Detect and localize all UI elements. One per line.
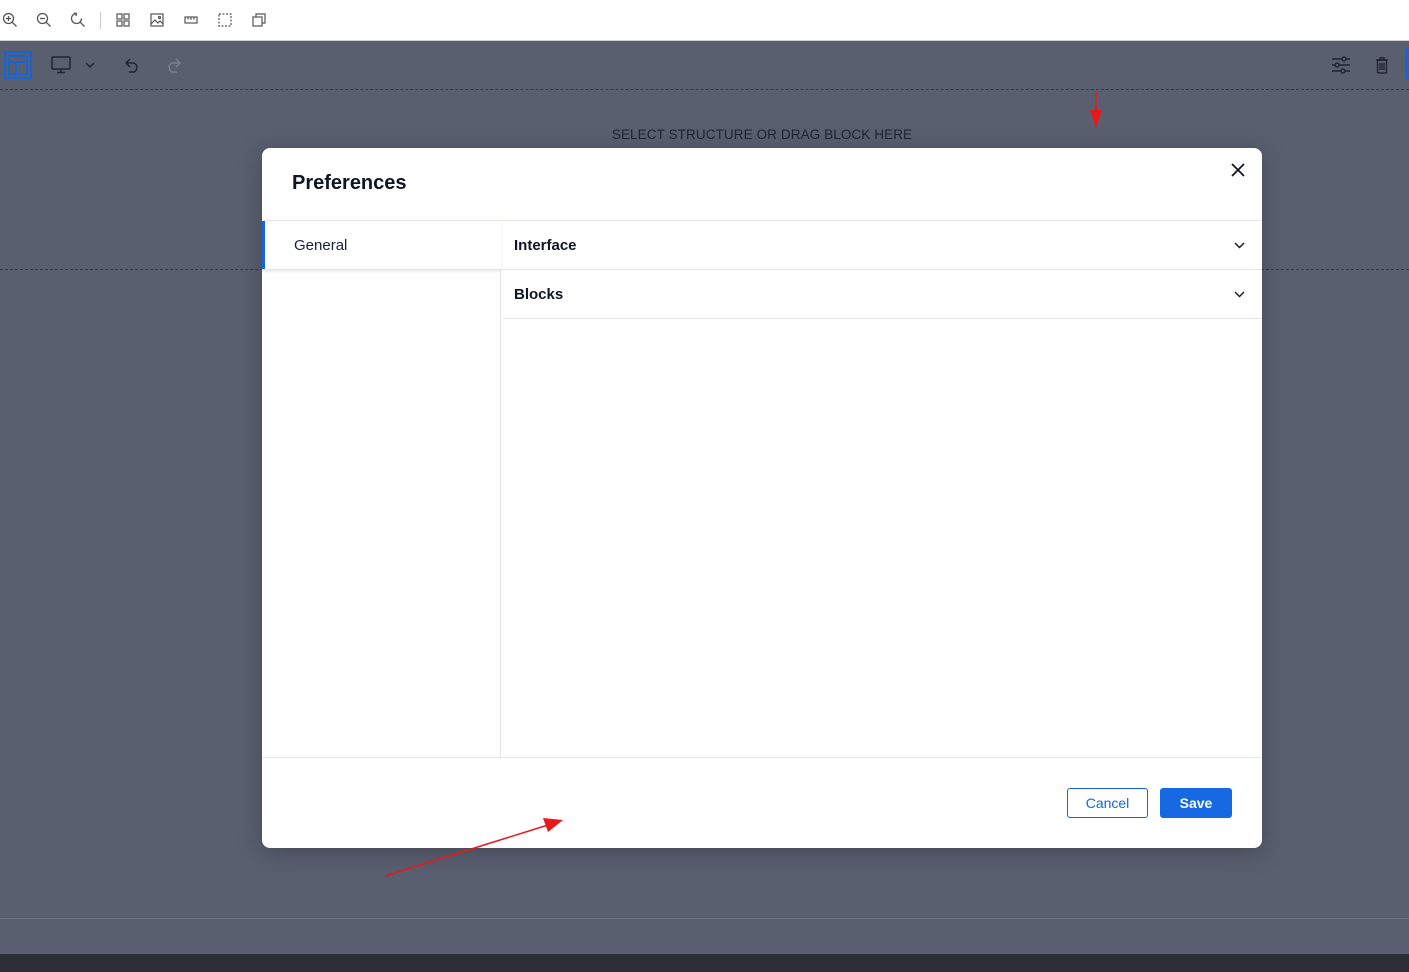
taskbar: [0, 954, 1409, 972]
dialog-content: Interface Blocks: [502, 221, 1262, 757]
annotation-arrow-top: [1090, 92, 1102, 128]
select-area-icon[interactable]: [216, 11, 234, 29]
image-icon[interactable]: [148, 11, 166, 29]
settings-sliders-icon[interactable]: [1330, 55, 1352, 75]
preferences-dialog: Preferences General Interface Blocks Can…: [262, 148, 1262, 848]
section-interface[interactable]: Interface: [502, 221, 1262, 270]
copy-icon[interactable]: [250, 11, 268, 29]
toolbar-separator: [100, 12, 101, 29]
sidebar-tab-general[interactable]: General: [262, 221, 501, 269]
chevron-down-icon[interactable]: [84, 59, 96, 71]
save-button[interactable]: Save: [1160, 788, 1232, 818]
sidebar-tab-label: General: [294, 236, 348, 254]
desktop-icon[interactable]: [50, 55, 72, 75]
close-icon[interactable]: [1226, 158, 1250, 182]
zoom-out-icon[interactable]: [35, 11, 53, 29]
trash-icon[interactable]: [1373, 55, 1391, 75]
zoom-in-icon[interactable]: [1, 11, 19, 29]
dialog-footer-divider: [262, 757, 1262, 758]
dialog-title: Preferences: [292, 172, 407, 194]
editor-toolbar: [0, 41, 1409, 89]
undo-icon[interactable]: [122, 55, 142, 75]
section-label: Blocks: [514, 285, 564, 303]
top-toolbar: [0, 0, 1409, 41]
redo-icon[interactable]: [164, 55, 184, 75]
drop-zone-hint: SELECT STRUCTURE OR DRAG BLOCK HERE: [611, 127, 913, 142]
zoom-reset-icon[interactable]: [69, 11, 87, 29]
ruler-icon[interactable]: [182, 11, 200, 29]
section-blocks[interactable]: Blocks: [502, 270, 1262, 319]
grid-icon[interactable]: [114, 11, 132, 29]
chevron-down-icon: [1232, 238, 1246, 252]
side-panel-toggle[interactable]: [1405, 48, 1409, 80]
chevron-down-icon: [1232, 287, 1246, 301]
canvas-bottom-border: [0, 918, 1409, 919]
dialog-sidebar: General: [262, 221, 501, 757]
section-label: Interface: [514, 236, 577, 254]
drop-zone-top-border: [0, 89, 1409, 90]
cancel-button[interactable]: Cancel: [1067, 788, 1148, 818]
layout-icon[interactable]: [4, 51, 32, 79]
